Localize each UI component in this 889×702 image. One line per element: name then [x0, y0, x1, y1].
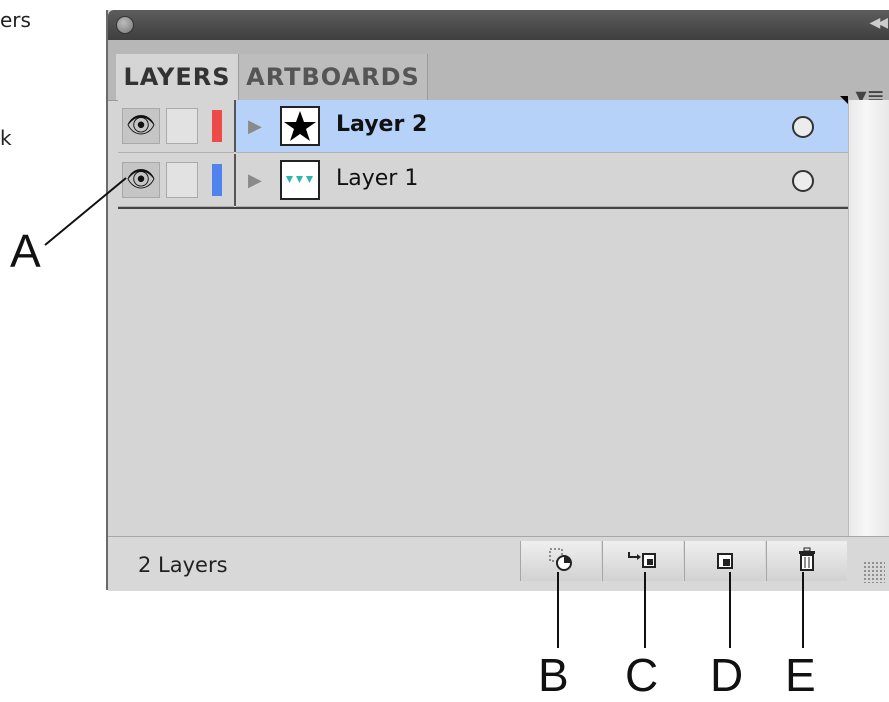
callout-b: B	[538, 649, 569, 701]
callout-a: A	[10, 225, 41, 277]
callout-leader-lines	[44, 177, 804, 648]
callout-e: E	[785, 649, 816, 701]
callout-d: D	[710, 649, 744, 701]
callout-c: C	[625, 649, 659, 701]
